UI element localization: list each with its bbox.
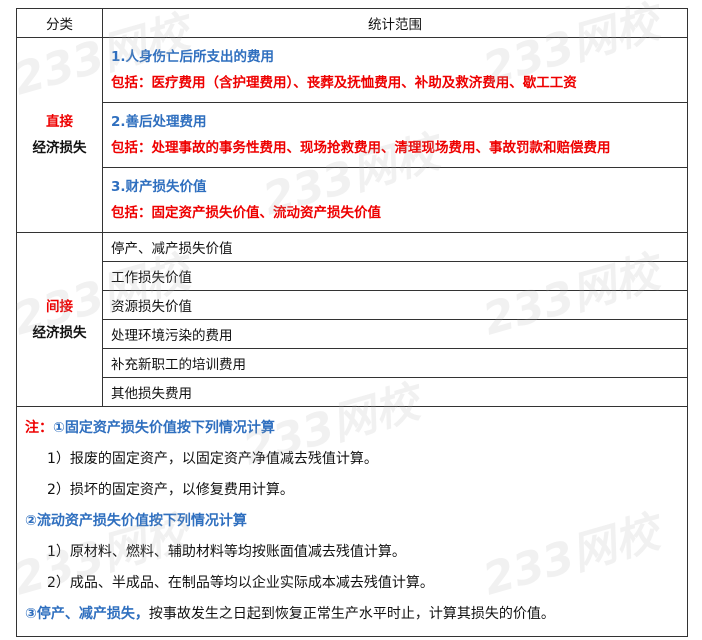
table-row: 处理环境污染的费用: [17, 319, 688, 349]
note-3-text: 按事故发生之日起到恢复正常生产水平时止，计算其损失的价值。: [148, 606, 555, 622]
note-1-title: ①固定资产损失价值按下列情况计算: [53, 420, 275, 436]
category-direct-line2: 经济损失: [32, 140, 87, 156]
notes-prefix: 注：: [25, 420, 53, 436]
table-row: 直接 经济损失 1.人身伤亡后所支出的费用 包括：医疗费用（含护理费用）、丧葬及…: [16, 37, 688, 233]
table-row: 3.财产损失价值 包括：固定资产损失价值、流动资产损失价值: [17, 167, 688, 233]
direct-item-detail: 包括：固定资产损失价值、流动资产损失价值: [111, 205, 381, 221]
note-3-title: ③停产、减产损失，: [25, 606, 149, 622]
header-category: 分类: [16, 8, 103, 38]
direct-item-title: 3.财产损失价值: [111, 179, 207, 195]
table-row: 间接 经济损失 停产、减产损失价值: [16, 232, 688, 407]
direct-item-3: 3.财产损失价值 包括：固定资产损失价值、流动资产损失价值: [102, 167, 688, 233]
table-row: 补充新职工的培训费用: [17, 348, 688, 378]
note-2-item: 1）原材料、燃料、辅助材料等均按账面值减去残值计算。: [47, 544, 406, 560]
category-indirect: 间接 经济损失: [16, 232, 103, 407]
note-2-title: ②流动资产损失价值按下列情况计算: [25, 513, 247, 529]
category-indirect-line1: 间接: [46, 298, 73, 315]
direct-item-2: 2.善后处理费用 包括：处理事故的事务性费用、现场抢救费用、清理现场费用、事故罚…: [102, 102, 688, 168]
category-direct-line1: 直接: [46, 114, 73, 130]
table-row: 其他损失费用: [17, 377, 688, 407]
note-1-item: 1）报废的固定资产，以固定资产净值减去残值计算。: [47, 451, 378, 467]
table-header-row: 分类 统计范围: [16, 8, 688, 38]
notes-cell: 注：①固定资产损失价值按下列情况计算 1）报废的固定资产，以固定资产净值减去残值…: [16, 406, 688, 637]
table-row: 资源损失价值: [17, 290, 688, 320]
statistics-table: 分类 统计范围 直接 经济损失 1.人身伤亡后所支出的费用 包括：医疗费用（含护…: [16, 8, 688, 637]
indirect-item: 资源损失价值: [102, 290, 688, 320]
direct-item-title: 2.善后处理费用: [111, 114, 207, 130]
table-row: 工作损失价值: [17, 261, 688, 291]
indirect-item: 其他损失费用: [102, 377, 688, 407]
indirect-item: 停产、减产损失价值: [102, 232, 688, 262]
note-2-item: 2）成品、半成品、在制品等均以企业实际成本减去残值计算。: [47, 575, 434, 591]
table-row: 2.善后处理费用 包括：处理事故的事务性费用、现场抢救费用、清理现场费用、事故罚…: [17, 102, 688, 168]
direct-item-1: 1.人身伤亡后所支出的费用 包括：医疗费用（含护理费用）、丧葬及抚恤费用、补助及…: [102, 37, 688, 103]
direct-item-title: 1.人身伤亡后所支出的费用: [111, 49, 275, 65]
category-direct: 直接 经济损失: [16, 37, 103, 233]
notes-row: 注：①固定资产损失价值按下列情况计算 1）报废的固定资产，以固定资产净值减去残值…: [16, 406, 688, 637]
category-indirect-line2: 经济损失: [32, 324, 87, 341]
indirect-item: 补充新职工的培训费用: [102, 348, 688, 378]
direct-item-detail: 包括：医疗费用（含护理费用）、丧葬及抚恤费用、补助及救济费用、歇工工资: [111, 75, 577, 91]
direct-item-detail: 包括：处理事故的事务性费用、现场抢救费用、清理现场费用、事故罚款和赔偿费用: [111, 140, 611, 156]
note-1-item: 2）损坏的固定资产，以修复费用计算。: [47, 482, 294, 498]
indirect-item: 处理环境污染的费用: [102, 319, 688, 349]
header-scope: 统计范围: [102, 8, 688, 38]
indirect-item: 工作损失价值: [102, 261, 688, 291]
